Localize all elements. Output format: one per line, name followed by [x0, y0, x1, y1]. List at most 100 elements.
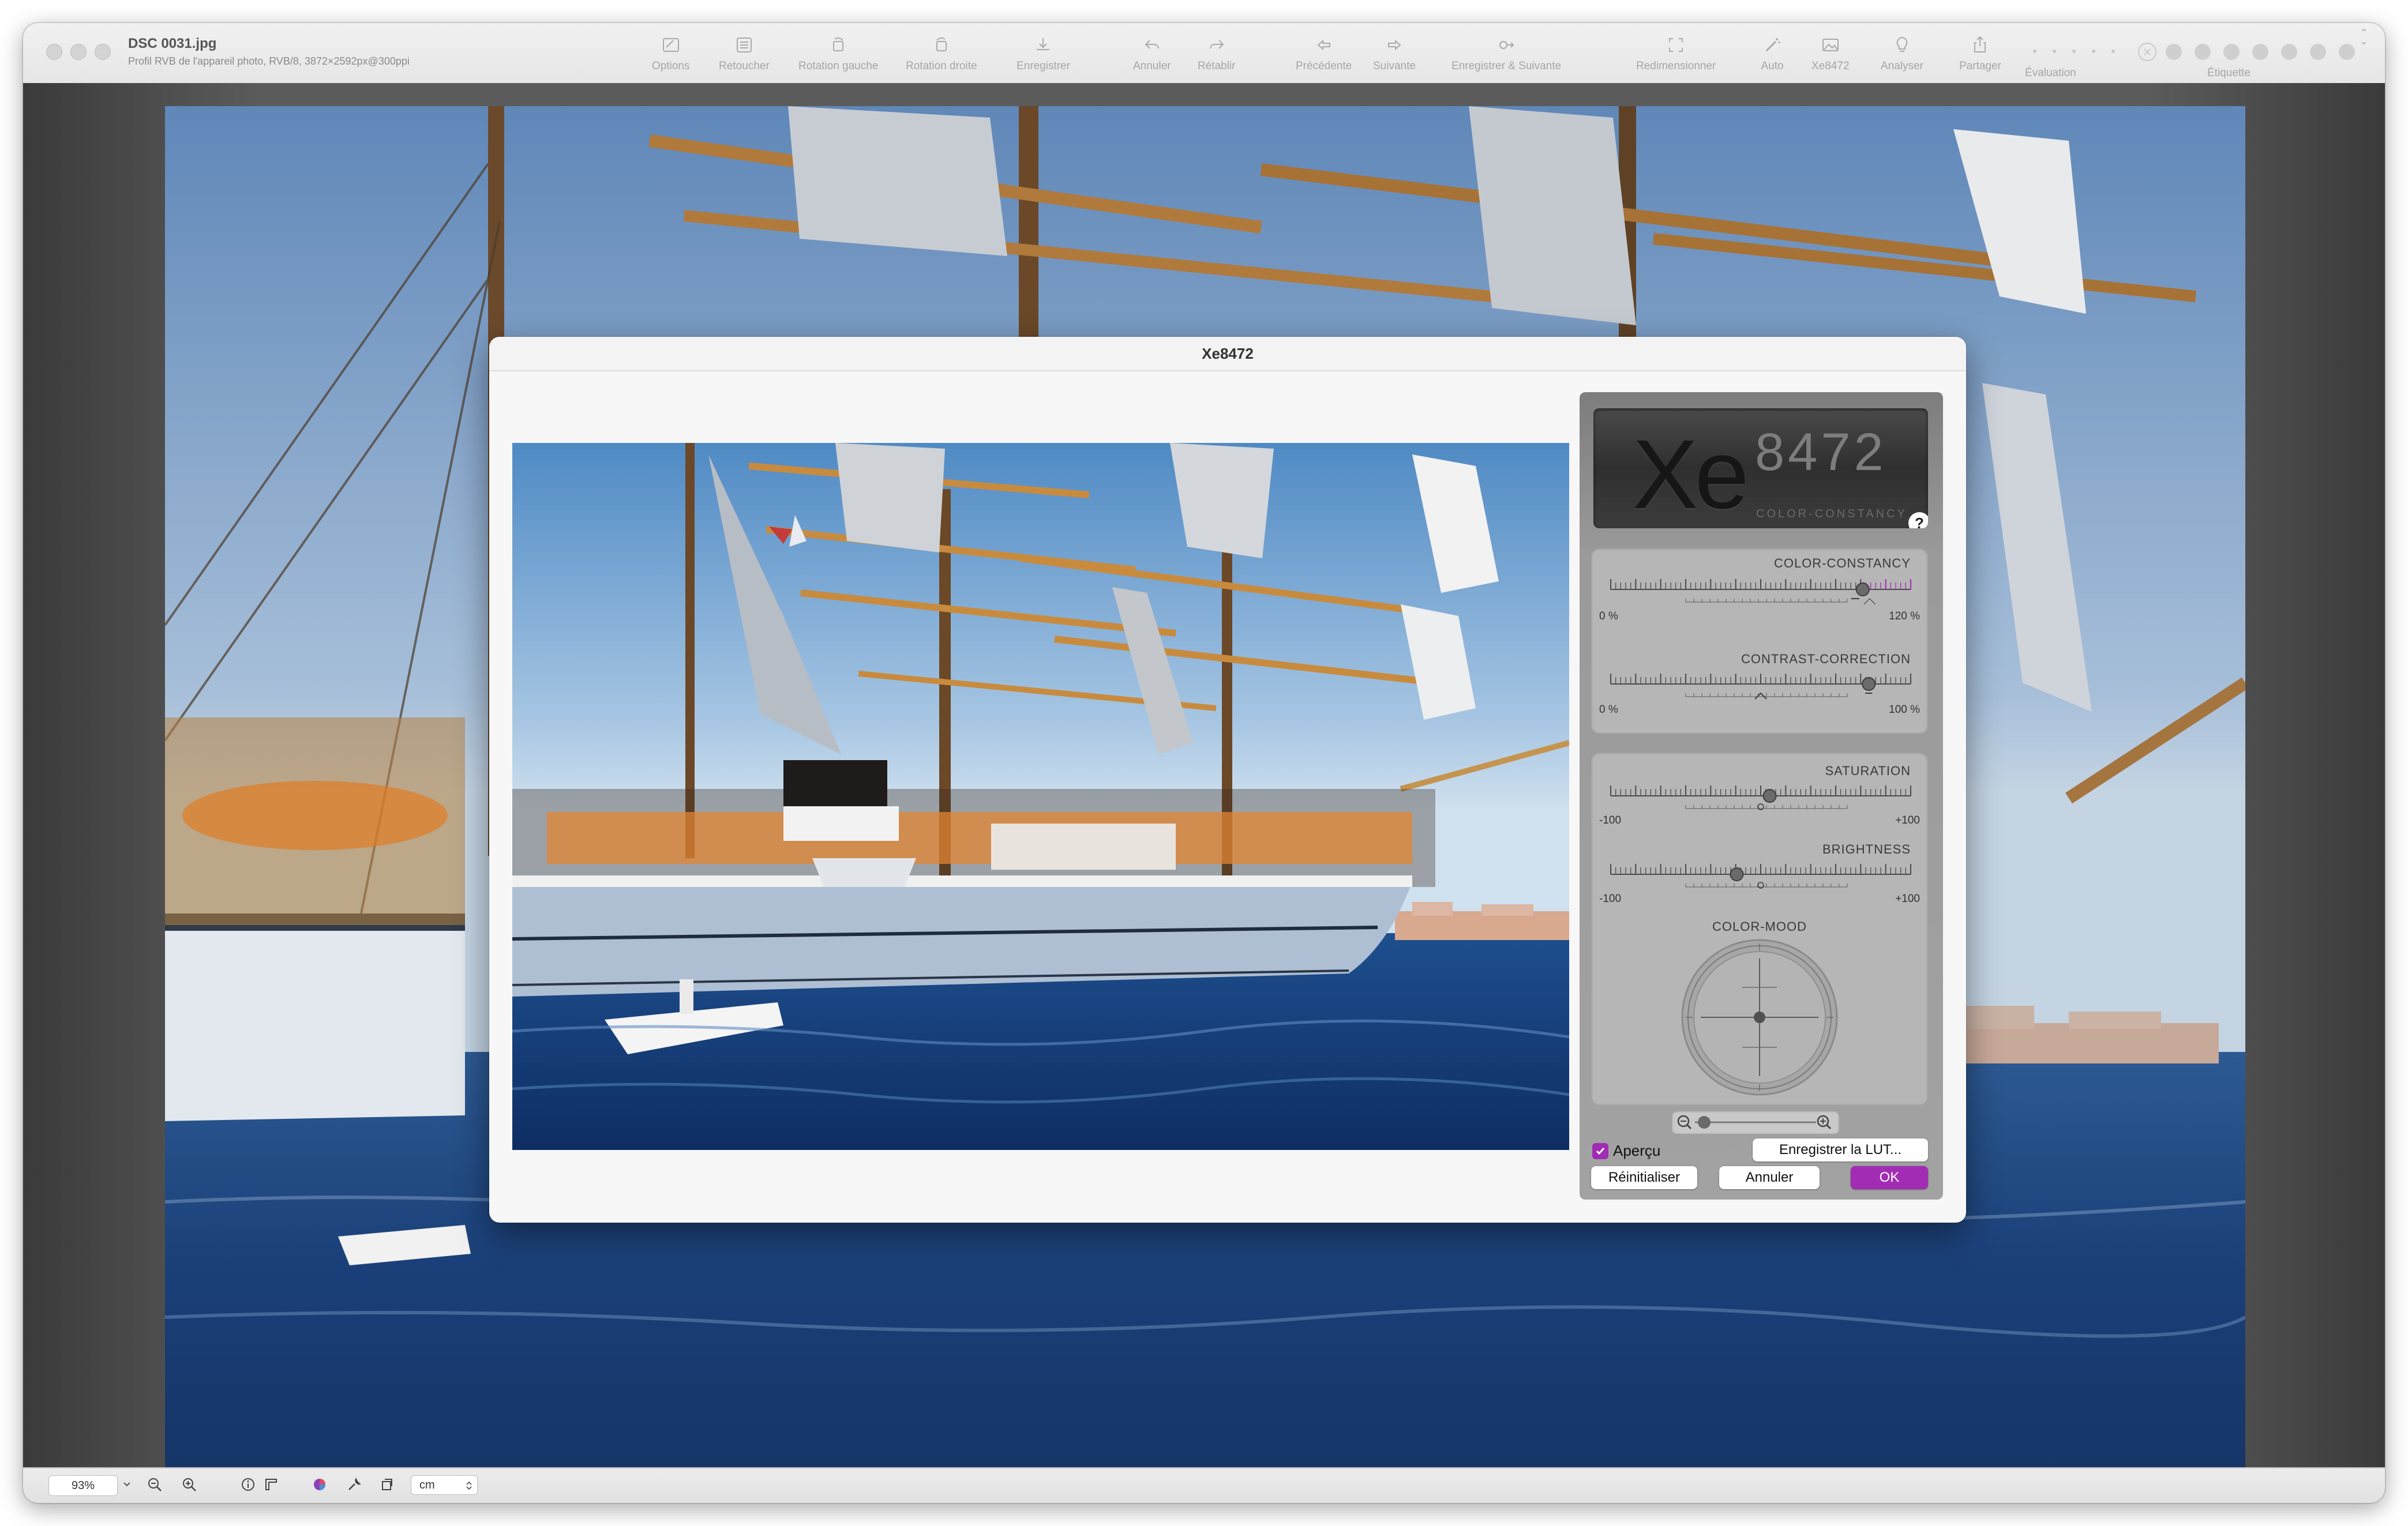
status-bar: 93% cm — [23, 1467, 2385, 1503]
rating-dot[interactable] — [2053, 50, 2056, 53]
chevron-down-icon — [123, 1482, 130, 1487]
preview-checkbox[interactable] — [1592, 1143, 1608, 1159]
clear-icon — [2144, 48, 2151, 55]
zoom-out-button[interactable] — [144, 1474, 165, 1495]
slider-knob[interactable] — [1855, 582, 1870, 596]
toolbar-label: Analyser — [1881, 60, 1923, 72]
color-mood-title: COLOR-MOOD — [1712, 919, 1807, 934]
undo-icon — [1141, 33, 1164, 57]
tools-button[interactable] — [344, 1474, 365, 1495]
reset-button[interactable]: Réinitialiser — [1591, 1166, 1697, 1189]
contrast-correction-max: 100 % — [1889, 704, 1920, 716]
contrast-correction-min: 0 % — [1599, 704, 1618, 716]
tag-color-dot[interactable] — [2166, 44, 2182, 60]
slider-knob[interactable] — [1862, 677, 1876, 691]
toolbar-label: Rotation gauche — [798, 60, 879, 72]
tag-color-dot[interactable] — [2252, 44, 2268, 60]
toolbar-label: Rétablir — [1198, 60, 1236, 72]
toolbar-analyze-button[interactable]: Analyser — [1881, 33, 1923, 80]
lightbulb-icon — [1891, 33, 1914, 57]
tag-color-dot[interactable] — [2195, 44, 2211, 60]
rating-dot[interactable] — [2111, 50, 2115, 53]
no-tag-button[interactable] — [2138, 43, 2156, 61]
share-icon — [1968, 33, 1991, 57]
ok-button[interactable]: OK — [1851, 1166, 1928, 1189]
save-lut-button[interactable]: Enregistrer la LUT... — [1753, 1138, 1928, 1162]
saturation-slider[interactable] — [1605, 783, 1916, 818]
previous-icon — [1312, 33, 1336, 57]
zoom-in-icon[interactable] — [1817, 1115, 1832, 1130]
retouch-icon — [733, 33, 756, 57]
preview-checkbox-label[interactable]: Aperçu — [1613, 1142, 1660, 1160]
zoom-out-icon[interactable] — [1677, 1115, 1692, 1130]
wrench-icon — [348, 1477, 361, 1490]
document-title: DSC 0031.jpg — [128, 36, 217, 51]
toolbar-label: Précédente — [1296, 60, 1352, 72]
color-mood-dial[interactable] — [1678, 935, 1841, 1099]
toolbar-label: Annuler — [1133, 60, 1171, 72]
color-constancy-min: 0 % — [1599, 610, 1618, 622]
minimize-window-button[interactable] — [70, 44, 87, 60]
toolbar-label: Options — [652, 60, 690, 72]
crop-button[interactable] — [376, 1474, 397, 1495]
toolbar-next-button[interactable]: Suivante — [1373, 33, 1416, 80]
toolbar-undo-button[interactable]: Annuler — [1133, 33, 1171, 80]
info-button[interactable] — [238, 1474, 258, 1495]
toolbar-rotate-left-button[interactable]: Rotation gauche — [798, 33, 878, 80]
toolbar-redo-button[interactable]: Rétablir — [1198, 33, 1235, 80]
rotate-left-icon — [827, 33, 850, 57]
saturation-min: -100 — [1599, 814, 1622, 826]
saturation-title: SATURATION — [1825, 764, 1911, 778]
toolbar-resize-button[interactable]: Redimensionner — [1636, 33, 1716, 80]
contrast-correction-slider[interactable] — [1605, 671, 1916, 706]
brightness-min: -100 — [1599, 893, 1622, 905]
toolbar-retouch-button[interactable]: Retoucher — [719, 33, 770, 80]
tag-color-dot[interactable] — [2339, 44, 2355, 60]
toolbar: DSC 0031.jpg Profil RVB de l'appareil ph… — [23, 23, 2385, 84]
toolbar-auto-button[interactable]: Auto — [1761, 33, 1784, 80]
cancel-button[interactable]: Annuler — [1719, 1166, 1820, 1189]
rating-dot[interactable] — [2072, 50, 2076, 53]
checkmark-icon — [1596, 1148, 1605, 1155]
brightness-slider[interactable] — [1605, 862, 1916, 896]
toolbar-share-button[interactable]: Partager — [1959, 33, 2001, 80]
toolbar-label: Partager — [1959, 60, 2001, 72]
toolbar-label: Suivante — [1373, 60, 1416, 72]
rulers-button[interactable] — [261, 1474, 282, 1495]
zoom-field[interactable]: 93% — [48, 1475, 118, 1496]
tag-color-dot[interactable] — [2281, 44, 2297, 60]
slider-knob[interactable] — [1730, 867, 1744, 881]
color-wheel-icon — [314, 1479, 325, 1490]
slider-knob[interactable] — [1762, 789, 1777, 803]
toolbar-label: Enregistrer — [1017, 60, 1070, 72]
toolbar-rotate-right-button[interactable]: Rotation droite — [906, 33, 977, 80]
toolbar-save-button[interactable]: Enregistrer — [1017, 33, 1070, 80]
mood-knob[interactable] — [1754, 1012, 1765, 1023]
toolbar-xe8472-button[interactable]: Xe8472 — [1811, 33, 1850, 80]
zoom-window-button[interactable] — [95, 44, 111, 60]
help-button[interactable]: ? — [1908, 512, 1928, 528]
color-profile-button[interactable] — [309, 1474, 330, 1495]
toolbar-previous-button[interactable]: Précédente — [1296, 33, 1352, 80]
saturation-max: +100 — [1895, 814, 1920, 826]
tag-color-dot[interactable] — [2223, 44, 2240, 60]
color-constancy-slider[interactable] — [1605, 577, 1916, 611]
zoom-in-button[interactable] — [179, 1474, 200, 1495]
logo-xe: Xe — [1633, 420, 1749, 528]
toolbar-save-next-button[interactable]: Enregistrer & Suivante — [1451, 33, 1561, 80]
rating-dot[interactable] — [2092, 50, 2095, 53]
brightness-max: +100 — [1895, 893, 1920, 905]
unit-value: cm — [419, 1478, 435, 1491]
tag-color-dot[interactable] — [2310, 44, 2326, 60]
toolbar-options-button[interactable]: Options — [652, 33, 689, 80]
rating-dot[interactable] — [2033, 50, 2036, 53]
resize-icon — [1664, 33, 1687, 57]
zoom-dropdown-button[interactable] — [117, 1474, 137, 1495]
expand-toolbar-icon[interactable]: ⌃ ⌄ — [2360, 28, 2368, 46]
toolbar-label: Enregistrer & Suivante — [1451, 60, 1562, 72]
close-window-button[interactable] — [46, 44, 62, 60]
preview-zoom-slider[interactable] — [1672, 1111, 1839, 1134]
zoom-knob[interactable] — [1698, 1116, 1711, 1129]
ruler-icon — [265, 1479, 277, 1490]
unit-select[interactable]: cm — [411, 1475, 478, 1495]
